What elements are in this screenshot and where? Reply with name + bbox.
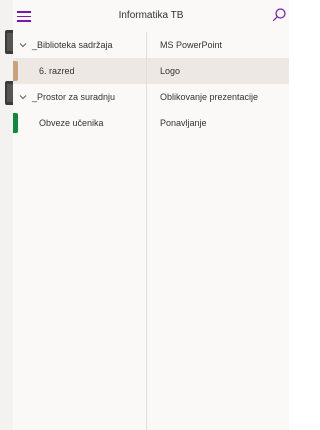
section-label: 6. razred (39, 66, 75, 76)
notebook-icon[interactable] (5, 81, 13, 105)
notebook-icon[interactable] (5, 30, 13, 54)
app-header: Informatika TB (13, 0, 289, 33)
section-group-label: _Prostor za suradnju (32, 92, 116, 102)
page-label: Logo (160, 66, 181, 76)
page-label: Oblikovanje prezentacije (160, 92, 259, 102)
section-group-biblioteka[interactable]: _Biblioteka sadržaja (13, 32, 146, 58)
section-item-6-razred[interactable]: 6. razred (13, 58, 146, 84)
page-item-oblikovanje-prezentacije[interactable]: Oblikovanje prezentacije (147, 84, 289, 110)
section-label: Obveze učenika (39, 118, 104, 128)
page-item-ms-powerpoint[interactable]: MS PowerPoint (147, 32, 289, 58)
notebook-strip (0, 0, 14, 430)
sections-pane: _Biblioteka sadržaja 6. razred _Prostor … (13, 32, 147, 430)
page-item-ponavljanje[interactable]: Ponavljanje (147, 110, 289, 136)
section-color-tab (13, 61, 18, 81)
notebook-title: Informatika TB (118, 10, 184, 21)
page-item-logo[interactable]: Logo (147, 58, 289, 84)
chevron-down-icon[interactable] (19, 32, 28, 58)
search-icon[interactable] (271, 7, 287, 23)
page-label: Ponavljanje (160, 118, 207, 128)
section-color-tab (13, 113, 18, 133)
chevron-down-icon[interactable] (19, 84, 28, 110)
section-item-obveze-ucenika[interactable]: Obveze učenika (13, 110, 146, 136)
pages-pane: MS PowerPoint Logo Oblikovanje prezentac… (147, 32, 289, 430)
page-label: MS PowerPoint (160, 40, 223, 50)
section-group-label: _Biblioteka sadržaja (32, 40, 113, 50)
section-group-prostor[interactable]: _Prostor za suradnju (13, 84, 146, 110)
